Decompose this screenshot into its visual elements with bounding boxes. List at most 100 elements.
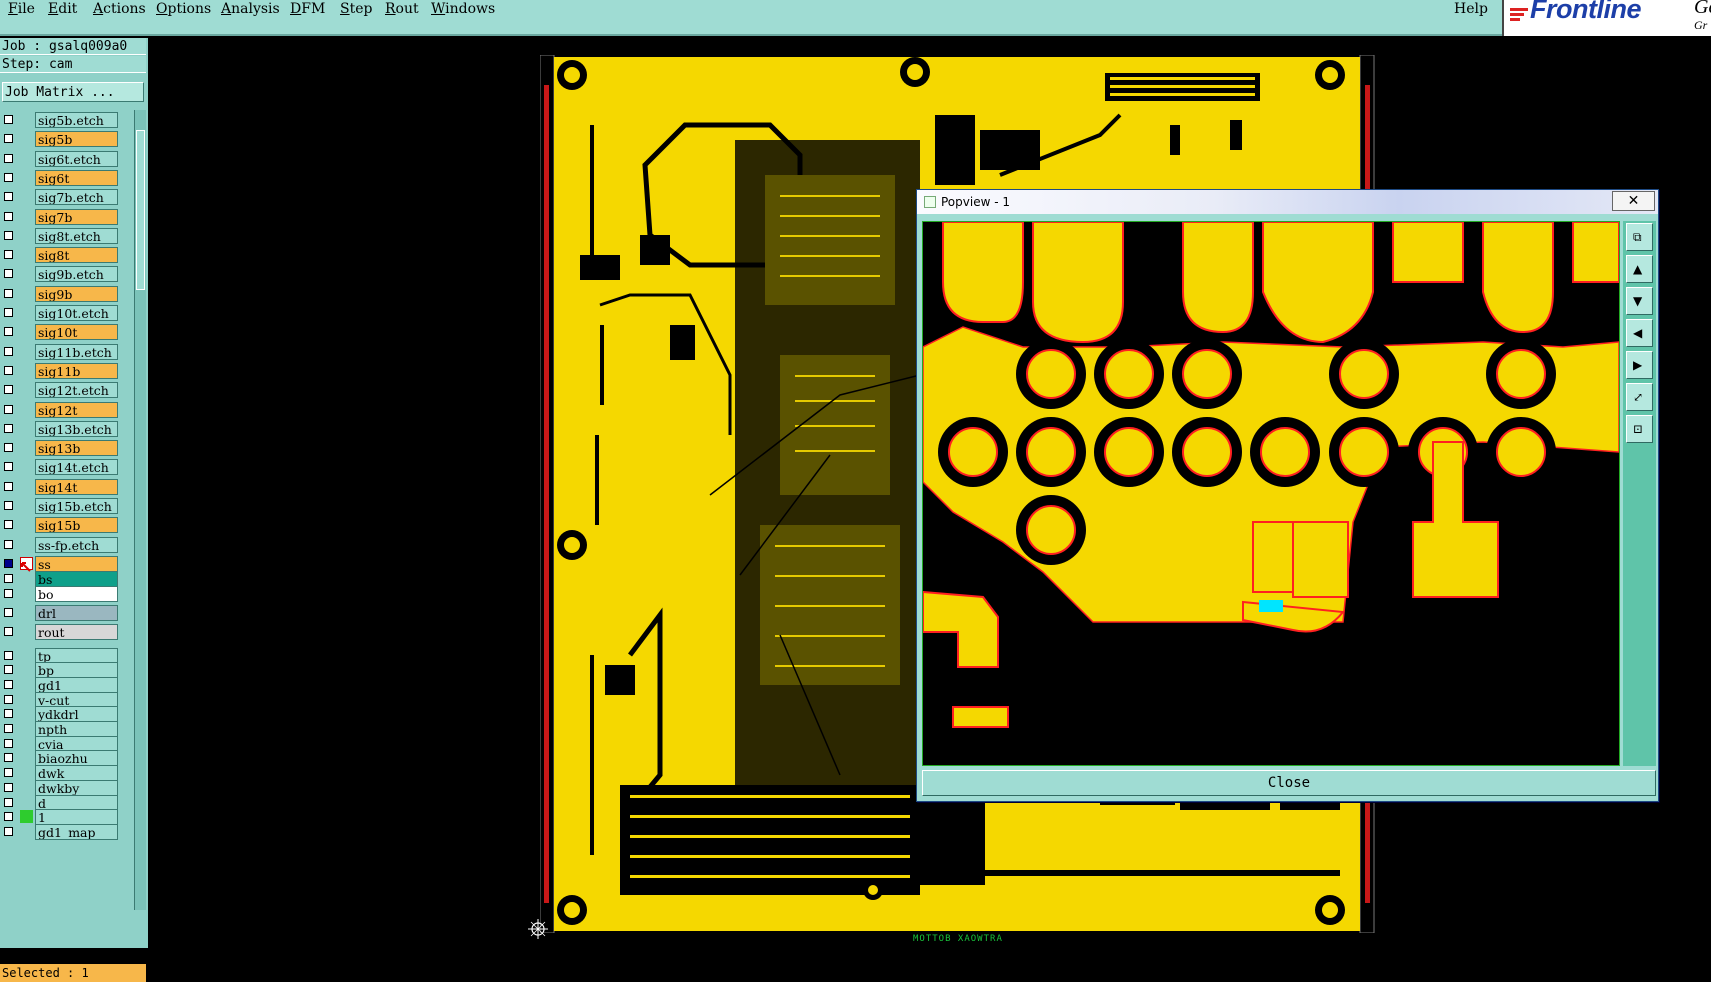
pan-left-icon[interactable]: ◀ [1626,319,1653,347]
layer-checkbox[interactable] [4,501,13,510]
layer-row[interactable]: sig6t [0,168,134,187]
layer-checkbox[interactable] [4,724,13,733]
layer-checkbox[interactable] [4,250,13,260]
layer-row[interactable]: gd1_map [0,822,134,841]
layer-checkbox[interactable] [4,539,13,549]
layer-checkbox[interactable] [4,462,13,472]
layer-row[interactable]: sig10t.etch [0,303,134,322]
layer-checkbox[interactable] [4,288,13,298]
menu-help[interactable]: Help [1454,0,1488,18]
layer-name[interactable]: sig9b.etch [35,266,118,283]
popview-close-button[interactable]: Close [922,770,1656,796]
layer-row[interactable]: sig5b [0,129,134,148]
layer-checkbox[interactable] [4,679,13,689]
scrollbar-thumb[interactable] [136,130,145,290]
layer-name[interactable]: rout [35,624,118,641]
layer-row[interactable]: sig11b [0,361,134,380]
pan-down-icon[interactable]: ▼ [1626,287,1653,315]
layer-checkbox[interactable] [4,423,13,433]
layer-row[interactable]: rout [0,622,134,641]
layer-checkbox[interactable] [4,650,13,660]
layer-checkbox[interactable] [4,481,13,491]
pan-right-icon[interactable]: ▶ [1626,351,1653,379]
layer-checkbox[interactable] [4,211,13,221]
menu-edit[interactable]: Edit [48,0,77,18]
layer-checkbox[interactable] [4,782,13,792]
layer-row[interactable]: ss-fp.etch [0,535,134,554]
layer-row[interactable]: sig11b.etch [0,342,134,361]
layer-checkbox[interactable] [4,826,13,836]
layer-name[interactable]: sig5b.etch [35,112,118,128]
layer-checkbox[interactable] [4,738,13,748]
layer-name[interactable]: sig9b [35,285,118,302]
layer-checkbox[interactable] [4,520,13,530]
layer-name[interactable]: sig14t.etch [35,459,118,476]
menu-options[interactable]: Options [156,0,211,18]
layer-row[interactable]: sig15b.etch [0,496,134,515]
layer-checkbox[interactable] [4,346,13,356]
layer-row[interactable]: bo [0,584,134,603]
layer-row[interactable]: sig15b [0,515,134,534]
layer-name[interactable]: sig11b.etch [35,343,118,360]
layer-name[interactable]: sig10t.etch [35,305,118,321]
menu-actions[interactable]: Actions [93,0,146,18]
popview-canvas[interactable] [922,221,1620,766]
window-close-button[interactable]: ✕ [1612,191,1655,211]
layer-name[interactable]: sig15b [35,517,118,534]
layer-checkbox[interactable] [4,192,13,202]
layer-name[interactable]: sig5b [35,131,118,148]
layer-checkbox[interactable] [4,172,13,182]
layer-list-scrollbar[interactable] [134,110,146,910]
layer-name[interactable]: sig14t [35,478,118,495]
menu-step[interactable]: Step [340,0,372,18]
layer-name[interactable]: bo [35,585,118,602]
layer-name[interactable]: sig13b [35,440,118,457]
layer-name[interactable]: sig12t [35,401,118,418]
layer-name[interactable]: sig8t.etch [35,227,118,244]
layer-checkbox[interactable] [4,753,13,763]
popview-titlebar[interactable]: Popview - 1 ✕ [917,190,1658,214]
menu-file[interactable]: File [8,0,35,18]
layer-name[interactable]: sig11b [35,362,118,379]
layer-name[interactable]: sig6t [35,169,118,186]
layer-row[interactable]: sig13b.etch [0,419,134,438]
layer-name[interactable]: sig7b [35,208,118,225]
layer-name[interactable]: sig13b.etch [35,420,118,437]
layer-row[interactable]: drl [0,603,134,622]
zoom-window-icon[interactable]: ⧉ [1626,223,1653,251]
menu-rout[interactable]: Rout [385,0,419,18]
layer-checkbox[interactable] [4,558,13,568]
layer-checkbox[interactable] [4,607,13,617]
layer-checkbox[interactable] [4,115,13,124]
layer-name[interactable]: drl [35,604,118,621]
layer-checkbox[interactable] [4,443,13,453]
layer-row[interactable]: sig6t.etch [0,149,134,168]
layer-row[interactable]: sig8t [0,245,134,264]
layer-name[interactable]: sig12t.etch [35,382,118,399]
layer-checkbox[interactable] [4,573,13,583]
layer-row[interactable]: sig7b.etch [0,187,134,206]
layer-row[interactable]: sig14t.etch [0,457,134,476]
zoom-fit-icon[interactable]: ⤢ [1626,383,1653,411]
zoom-out-icon[interactable]: ⊡ [1626,415,1653,443]
layer-row[interactable]: sig12t [0,400,134,419]
layer-checkbox[interactable] [4,709,13,719]
layer-checkbox[interactable] [4,327,13,337]
job-matrix-button[interactable]: Job Matrix ... [2,82,144,102]
layer-checkbox[interactable] [4,385,13,395]
layer-row[interactable]: sig9b [0,284,134,303]
layer-checkbox[interactable] [4,308,13,317]
layer-checkbox[interactable] [4,230,13,240]
layer-name[interactable]: sig7b.etch [35,189,118,206]
layer-name[interactable]: sig15b.etch [35,498,118,514]
layer-row[interactable]: sig9b.etch [0,264,134,283]
layer-name[interactable]: gd1_map [35,823,118,840]
pan-up-icon[interactable]: ▲ [1626,255,1653,283]
layer-name[interactable]: ss-fp.etch [35,536,118,553]
layer-checkbox[interactable] [4,404,13,414]
menu-dfm[interactable]: DFM [290,0,325,18]
layer-checkbox[interactable] [4,812,13,822]
layer-row[interactable]: sig13b [0,438,134,457]
layer-checkbox[interactable] [4,134,13,144]
layer-row[interactable]: sig14t [0,477,134,496]
